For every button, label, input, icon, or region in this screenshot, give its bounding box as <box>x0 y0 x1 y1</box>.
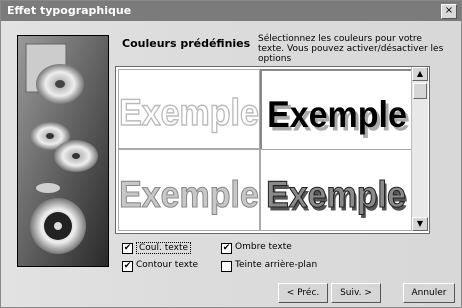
preset-cell-4[interactable]: Exemple Exemple <box>260 149 412 231</box>
checkbox-text-shadow[interactable]: ✔ <box>221 243 232 254</box>
dialog-window: Effet typographique × Couleurs prédéfini… <box>0 0 462 308</box>
scroll-up-icon[interactable]: ▲ <box>412 67 428 81</box>
checkbox-background-tint[interactable] <box>221 261 232 272</box>
preset-cell-1[interactable]: Exemple <box>118 69 260 149</box>
section-heading: Couleurs prédéfinies <box>122 37 251 50</box>
close-button[interactable]: × <box>441 4 457 19</box>
sample-text-4: Exemple <box>266 174 406 216</box>
sample-text-2: Exemple <box>267 94 407 136</box>
scroll-down-icon[interactable]: ▼ <box>412 217 428 231</box>
cancel-button[interactable]: Annuler <box>403 283 455 303</box>
sample-text-1: Exemple <box>119 92 259 134</box>
vertical-scrollbar[interactable]: ▲ ▼ <box>411 67 428 231</box>
sample-text-3: Exemple <box>119 174 259 216</box>
cd-illustration-icon <box>18 36 108 266</box>
instructions-text: Sélectionnez les couleurs pour votre tex… <box>258 34 444 64</box>
next-button[interactable]: Suiv. > <box>331 283 381 303</box>
checkbox-text-outline[interactable]: ✔ <box>122 261 133 272</box>
scroll-thumb[interactable] <box>413 83 427 99</box>
color-preset-grid[interactable]: Exemple Exemple Exemple Exemple Exemple … <box>115 66 430 234</box>
preset-cell-3[interactable]: Exemple <box>118 149 260 231</box>
prev-button[interactable]: < Préc. <box>278 283 328 303</box>
wizard-side-image <box>17 35 109 267</box>
title-bar: Effet typographique × <box>1 1 461 21</box>
window-title: Effet typographique <box>7 4 132 17</box>
checkbox-text-color[interactable]: ✔ <box>122 243 133 254</box>
preset-cell-2[interactable]: Exemple Exemple <box>260 69 414 151</box>
